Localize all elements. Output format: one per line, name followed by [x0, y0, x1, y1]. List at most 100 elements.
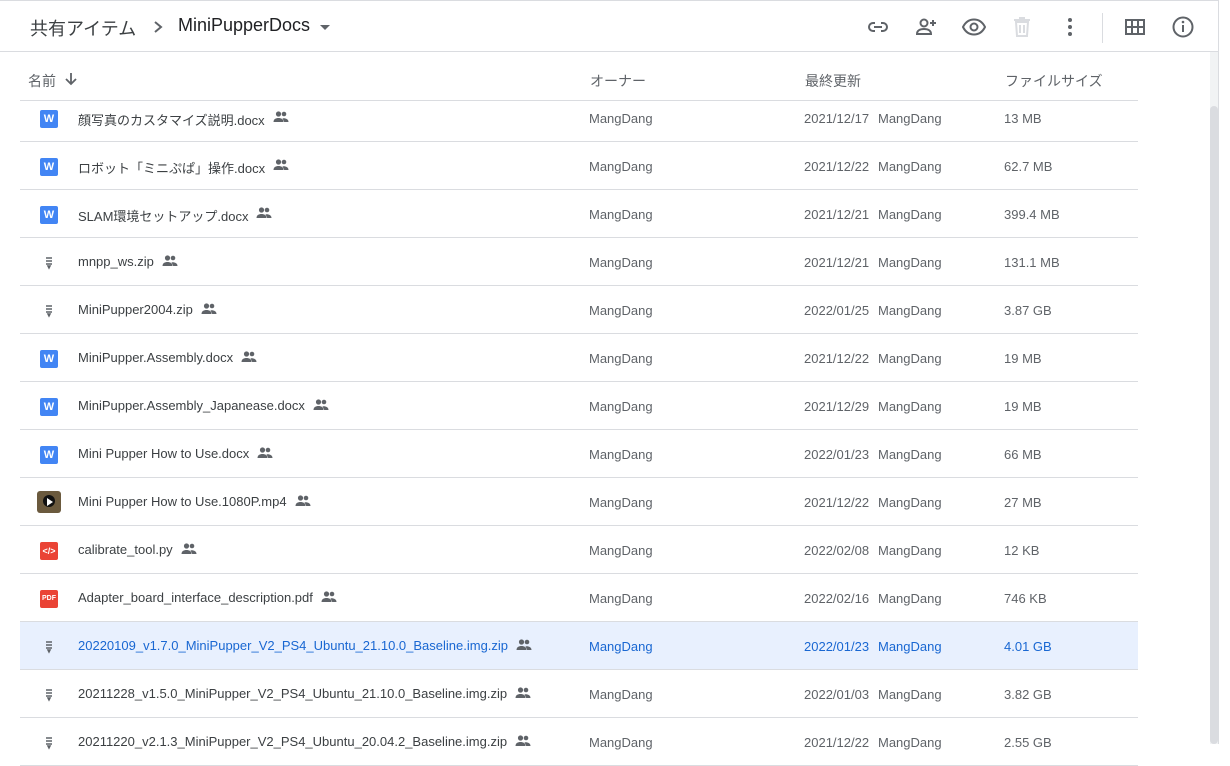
file-modified-date: 2022/01/25: [804, 303, 870, 318]
word-doc-icon: W: [40, 350, 58, 368]
trash-icon[interactable]: [1010, 15, 1034, 39]
file-modified-by: MangDang: [878, 399, 942, 414]
file-list: W 顔写真のカスタマイズ説明.docx MangDang 2021/12/17 Mang…: [20, 94, 1138, 766]
info-icon[interactable]: [1171, 15, 1195, 39]
breadcrumb-current[interactable]: MiniPupperDocs: [178, 15, 310, 36]
file-modified-date: 2021/12/21: [804, 207, 870, 222]
file-row[interactable]: mnpp_ws.zip MangDang 2021/12/21 MangDang 131…: [20, 238, 1138, 286]
add-person-icon[interactable]: [914, 15, 938, 39]
word-doc-icon: W: [40, 446, 58, 464]
file-modified-date: 2022/01/03: [804, 687, 870, 702]
column-header-name[interactable]: 名前: [28, 71, 56, 91]
file-row[interactable]: W SLAM環境セットアップ.docx MangDang 2021/12/21 Mang…: [20, 190, 1138, 238]
shared-people-icon: [162, 254, 178, 268]
file-modified-by: MangDang: [878, 447, 942, 462]
column-header-owner[interactable]: オーナー: [590, 71, 646, 91]
file-row[interactable]: W MiniPupper.Assembly.docx MangDang 2021/12…: [20, 334, 1138, 382]
file-owner: MangDang: [589, 687, 653, 702]
file-modified-date: 2022/01/23: [804, 447, 870, 462]
file-name: Adapter_board_interface_description.pdf: [78, 590, 313, 605]
file-modified-date: 2022/02/08: [804, 543, 870, 558]
file-owner: MangDang: [589, 303, 653, 318]
file-row[interactable]: W Mini Pupper How to Use.docx MangDang 2022…: [20, 430, 1138, 478]
file-owner: MangDang: [589, 735, 653, 750]
file-name: 顔写真のカスタマイズ説明.docx: [78, 113, 265, 128]
file-modified-date: 2021/12/22: [804, 351, 870, 366]
shared-people-icon: [273, 110, 289, 124]
shared-people-icon: [201, 302, 217, 316]
file-modified-date: 2022/01/23: [804, 639, 870, 654]
file-size: 66 MB: [1004, 447, 1042, 462]
file-size: 399.4 MB: [1004, 207, 1060, 222]
sort-arrow-down-icon[interactable]: [64, 71, 78, 87]
file-name: calibrate_tool.py: [78, 542, 173, 557]
preview-eye-icon[interactable]: [962, 15, 986, 39]
file-row[interactable]: MiniPupper2004.zip MangDang 2022/01/25 Mang…: [20, 286, 1138, 334]
file-name: mnpp_ws.zip: [78, 254, 154, 269]
file-owner: MangDang: [589, 591, 653, 606]
column-header-modified[interactable]: 最終更新: [805, 71, 861, 91]
shared-people-icon: [257, 446, 273, 460]
file-owner: MangDang: [589, 543, 653, 558]
shared-people-icon: [273, 158, 289, 172]
file-modified-by: MangDang: [878, 255, 942, 270]
file-owner: MangDang: [589, 639, 653, 654]
file-row[interactable]: 20211220_v2.1.3_MiniPupper_V2_PS4_Ubuntu…: [20, 718, 1138, 766]
file-modified-date: 2021/12/22: [804, 159, 870, 174]
word-doc-icon: W: [40, 158, 58, 176]
file-owner: MangDang: [589, 255, 653, 270]
file-modified-by: MangDang: [878, 207, 942, 222]
file-row[interactable]: PDF Adapter_board_interface_description.p…: [20, 574, 1138, 622]
file-row[interactable]: 20211228_v1.5.0_MiniPupper_V2_PS4_Ubuntu…: [20, 670, 1138, 718]
zip-file-icon: [40, 734, 58, 752]
file-size: 3.87 GB: [1004, 303, 1052, 318]
file-row[interactable]: W 顔写真のカスタマイズ説明.docx MangDang 2021/12/17 Mang…: [20, 94, 1138, 142]
file-row[interactable]: Mini Pupper How to Use.1080P.mp4 MangDang…: [20, 478, 1138, 526]
shared-people-icon: [256, 206, 272, 220]
shared-people-icon: [295, 494, 311, 508]
pdf-icon: PDF: [40, 590, 58, 608]
code-file-icon: </>: [40, 542, 58, 560]
caret-down-icon[interactable]: [320, 25, 330, 30]
file-row[interactable]: </> calibrate_tool.py MangDang 2022/02/08 Ma…: [20, 526, 1138, 574]
file-modified-by: MangDang: [878, 687, 942, 702]
file-size: 19 MB: [1004, 351, 1042, 366]
file-size: 746 KB: [1004, 591, 1047, 606]
file-modified-date: 2021/12/17: [804, 111, 870, 126]
shared-people-icon: [181, 542, 197, 556]
grid-view-icon[interactable]: [1123, 15, 1147, 39]
file-modified-by: MangDang: [878, 543, 942, 558]
file-size: 12 KB: [1004, 543, 1040, 558]
file-name: MiniPupper2004.zip: [78, 302, 193, 317]
word-doc-icon: W: [40, 398, 58, 416]
shared-people-icon: [515, 686, 531, 700]
zip-file-icon: [40, 638, 58, 656]
scrollbar-thumb[interactable]: [1210, 106, 1218, 744]
file-modified-by: MangDang: [878, 111, 942, 126]
file-size: 3.82 GB: [1004, 687, 1052, 702]
file-name: MiniPupper.Assembly_Japanease.docx: [78, 398, 305, 413]
shared-people-icon: [516, 638, 532, 652]
breadcrumb-root[interactable]: 共有アイテム: [30, 15, 136, 41]
file-size: 2.55 GB: [1004, 735, 1052, 750]
file-modified-date: 2022/02/16: [804, 591, 870, 606]
file-modified-by: MangDang: [878, 303, 942, 318]
file-modified-by: MangDang: [878, 495, 942, 510]
file-size: 27 MB: [1004, 495, 1042, 510]
more-vert-icon[interactable]: [1058, 15, 1082, 39]
chevron-right-icon: [154, 21, 163, 33]
file-modified-by: MangDang: [878, 639, 942, 654]
file-owner: MangDang: [589, 111, 653, 126]
file-name: 20220109_v1.7.0_MiniPupper_V2_PS4_Ubuntu…: [78, 638, 509, 653]
link-icon[interactable]: [866, 15, 890, 39]
zip-file-icon: [40, 302, 58, 320]
file-row[interactable]: 20220109_v1.7.0_MiniPupper_V2_PS4_Ubuntu…: [20, 622, 1138, 670]
video-thumbnail-icon: [37, 491, 61, 513]
file-modified-date: 2021/12/29: [804, 399, 870, 414]
file-row[interactable]: W ロボット「ミニぷぱ」操作.docx MangDang 2021/12/22 Mang…: [20, 142, 1138, 190]
file-name: Mini Pupper How to Use.docx: [78, 446, 250, 461]
panel-edge: [1218, 0, 1230, 744]
file-row[interactable]: W MiniPupper.Assembly_Japanease.docx MangD…: [20, 382, 1138, 430]
zip-file-icon: [40, 254, 58, 272]
column-header-size[interactable]: ファイルサイズ: [1005, 71, 1103, 91]
